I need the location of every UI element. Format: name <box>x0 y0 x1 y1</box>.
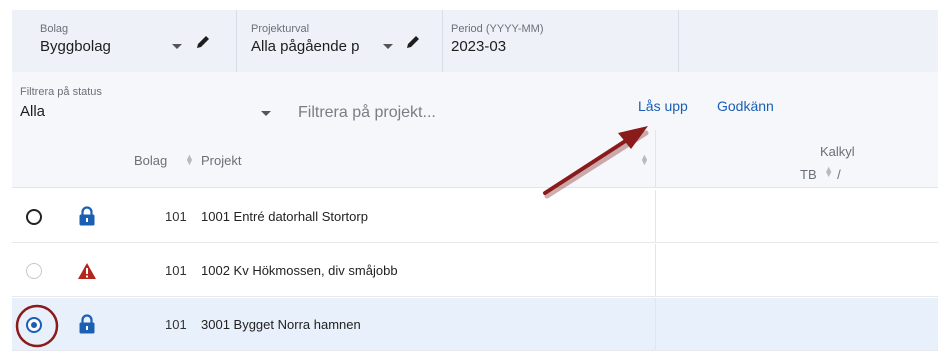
row-projekt: 1001 Entré datorhall Stortorp <box>201 209 368 224</box>
column-header-projekt[interactable]: Projekt <box>201 153 241 168</box>
pencil-icon[interactable] <box>195 34 211 50</box>
selector-bar: Bolag Byggbolag Projekturval Alla pågåen… <box>12 10 938 72</box>
period-value: 2023-03 <box>451 38 507 55</box>
pencil-icon[interactable] <box>405 34 421 50</box>
sort-icon[interactable]: ▲ ▼ <box>640 153 649 167</box>
table-row[interactable]: 101 1001 Entré datorhall Stortorp <box>12 190 938 243</box>
status-filter-label: Filtrera på status <box>20 86 102 98</box>
projekturval-select[interactable]: Projekturval Alla pågående p <box>237 10 443 72</box>
row-bolag: 101 <box>165 317 187 332</box>
bolag-select[interactable]: Bolag Byggbolag <box>12 10 237 72</box>
filter-row: Filtrera på status Alla Lås upp Godkänn <box>12 72 938 130</box>
row-projekt: 1002 Kv Hökmossen, div småjobb <box>201 263 398 278</box>
column-divider <box>655 190 656 242</box>
column-divider <box>655 244 656 296</box>
column-divider <box>655 130 656 188</box>
selector-bar-filler <box>679 10 938 72</box>
table-header: Bolag ▲ ▼ Projekt ▲ ▼ Kalkyl TB ▲ ▼ / <box>12 130 938 188</box>
sort-icon[interactable]: ▲ ▼ <box>185 153 194 167</box>
column-header-tb[interactable]: TB ▲ ▼ / <box>800 165 841 183</box>
row-bolag: 101 <box>165 263 187 278</box>
row-bolag: 101 <box>165 209 187 224</box>
column-header-tb-label: TB <box>800 167 817 182</box>
row-projekt: 3001 Bygget Norra hamnen <box>201 317 361 332</box>
lock-icon <box>79 314 95 334</box>
row-radio[interactable] <box>26 317 42 333</box>
column-group-kalkyl: Kalkyl <box>820 144 855 159</box>
warning-icon <box>78 263 96 279</box>
row-radio[interactable] <box>26 209 42 225</box>
chevron-down-icon[interactable] <box>383 44 393 49</box>
row-radio <box>26 263 42 279</box>
sort-icon[interactable]: ▲ ▼ <box>824 165 833 179</box>
approve-button[interactable]: Godkänn <box>717 98 774 114</box>
unlock-button[interactable]: Lås upp <box>638 98 688 114</box>
table-row[interactable]: 101 1002 Kv Hökmossen, div småjobb <box>12 244 938 297</box>
chevron-down-icon[interactable] <box>261 111 271 116</box>
project-filter-input[interactable] <box>298 104 588 122</box>
column-divider <box>655 298 656 350</box>
column-header-tb-suffix: / <box>837 167 841 182</box>
chevron-down-icon[interactable] <box>172 44 182 49</box>
table-row[interactable]: 101 3001 Bygget Norra hamnen <box>12 298 938 351</box>
period-label: Period (YYYY-MM) <box>451 23 544 35</box>
period-field[interactable]: Period (YYYY-MM) 2023-03 <box>443 10 679 72</box>
column-header-bolag[interactable]: Bolag <box>134 153 167 168</box>
lock-icon <box>79 206 95 226</box>
status-filter-select[interactable]: Alla <box>20 103 45 120</box>
